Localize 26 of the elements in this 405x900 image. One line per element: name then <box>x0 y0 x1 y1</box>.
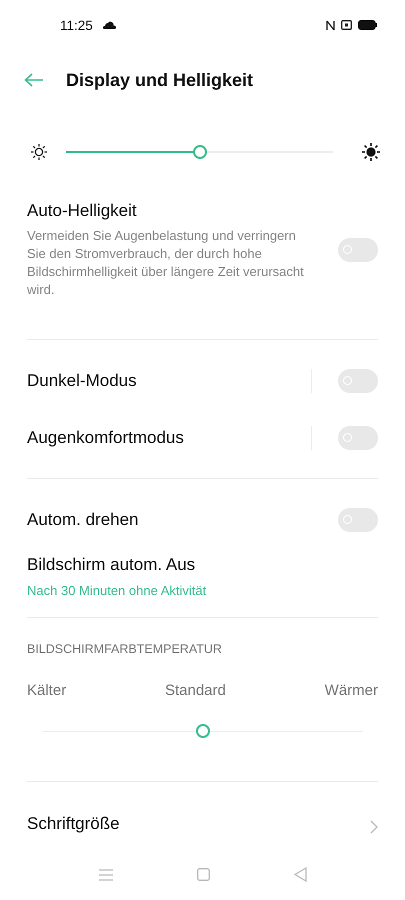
section-heading: BILDSCHIRMFARBTEMPERATUR <box>27 642 223 656</box>
scale-label: Wärmer <box>324 682 378 699</box>
sim-icon <box>341 20 352 30</box>
page-title: Display und Helligkeit <box>66 70 254 90</box>
slider-thumb[interactable] <box>196 724 210 738</box>
setting-description: Vermeiden Sie Augenbelastung und verringern Sie den Stromverbrauch, der durch hohe Bildschirmhelligkeit über längere Zeit verursacht wird. <box>27 227 305 299</box>
chevron-right-icon <box>370 820 378 834</box>
setting-title[interactable]: Schriftgröße <box>27 814 120 834</box>
home-square-icon[interactable] <box>196 868 210 881</box>
slider-thumb[interactable] <box>192 144 206 158</box>
setting-title: Autom. drehen <box>27 510 140 530</box>
battery-icon <box>358 20 377 30</box>
low-brightness-icon <box>30 142 48 160</box>
nfc-icon <box>326 20 335 30</box>
high-brightness-icon <box>361 142 381 162</box>
setting-title: Dunkel-Modus <box>27 370 138 390</box>
scale-label: Standard <box>164 682 226 699</box>
setting-title: Augenkomfortmodus <box>27 428 185 448</box>
menu-icon[interactable] <box>98 868 112 880</box>
back-arrow-icon[interactable] <box>24 73 44 87</box>
setting-title: Bildschirm autom. Aus <box>27 555 196 575</box>
cloud-icon <box>102 21 116 29</box>
back-triangle-icon[interactable] <box>294 867 306 882</box>
scale-label: Kälter <box>27 682 66 699</box>
setting-title: Auto-Helligkeit <box>27 201 138 221</box>
status-time: 11:25 <box>60 18 93 32</box>
